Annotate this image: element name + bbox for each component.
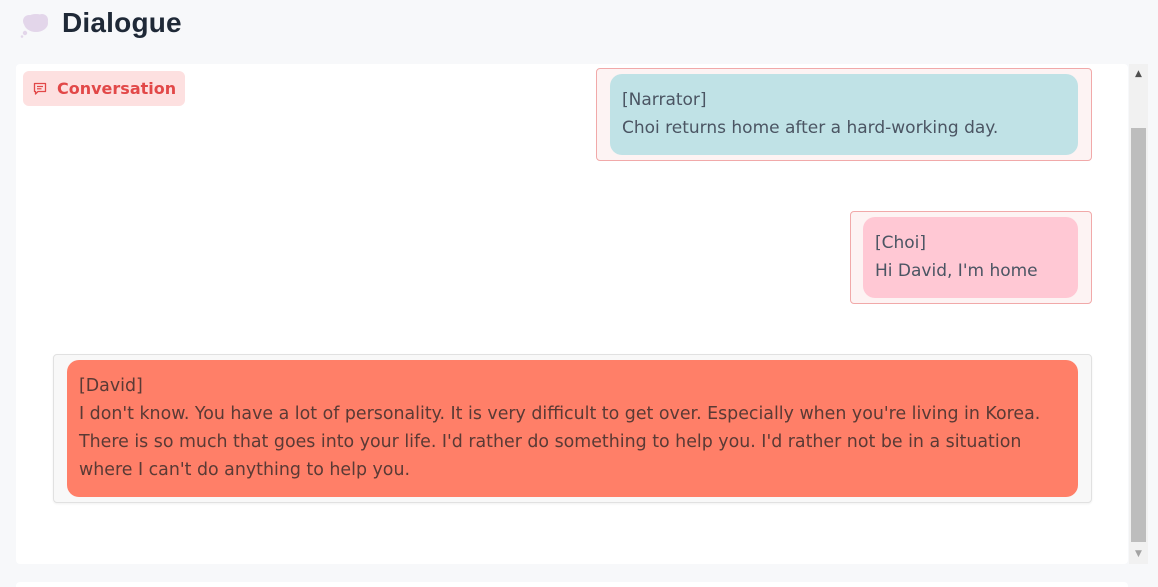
next-panel-edge — [16, 582, 1128, 587]
page-title: Dialogue — [62, 7, 182, 38]
chat-icon — [33, 82, 47, 95]
vertical-scrollbar[interactable]: ▲ ▼ — [1129, 64, 1148, 564]
message-speaker: [David] — [79, 376, 143, 396]
message-speaker: [Choi] — [875, 233, 927, 253]
header: Dialogue — [0, 0, 1158, 52]
scroll-down-arrow-icon[interactable]: ▼ — [1129, 544, 1148, 564]
message-bubble-david: [David] I don't know. You have a lot of … — [67, 360, 1078, 497]
message-text: Choi returns home after a hard-working d… — [622, 118, 999, 138]
thought-bubble-icon — [20, 14, 48, 38]
message-speaker: [Narrator] — [622, 90, 707, 110]
message-bubble-choi: [Choi] Hi David, I'm home — [863, 217, 1078, 298]
conversation-tag-label: Conversation — [57, 79, 177, 98]
message-text: Hi David, I'm home — [875, 261, 1038, 281]
message-text: I don't know. You have a lot of personal… — [79, 404, 1041, 480]
scrollbar-thumb[interactable] — [1131, 128, 1146, 542]
scroll-up-arrow-icon[interactable]: ▲ — [1129, 64, 1148, 84]
message-bubble-narrator: [Narrator] Choi returns home after a har… — [610, 74, 1078, 155]
conversation-tag: Conversation — [23, 71, 185, 106]
